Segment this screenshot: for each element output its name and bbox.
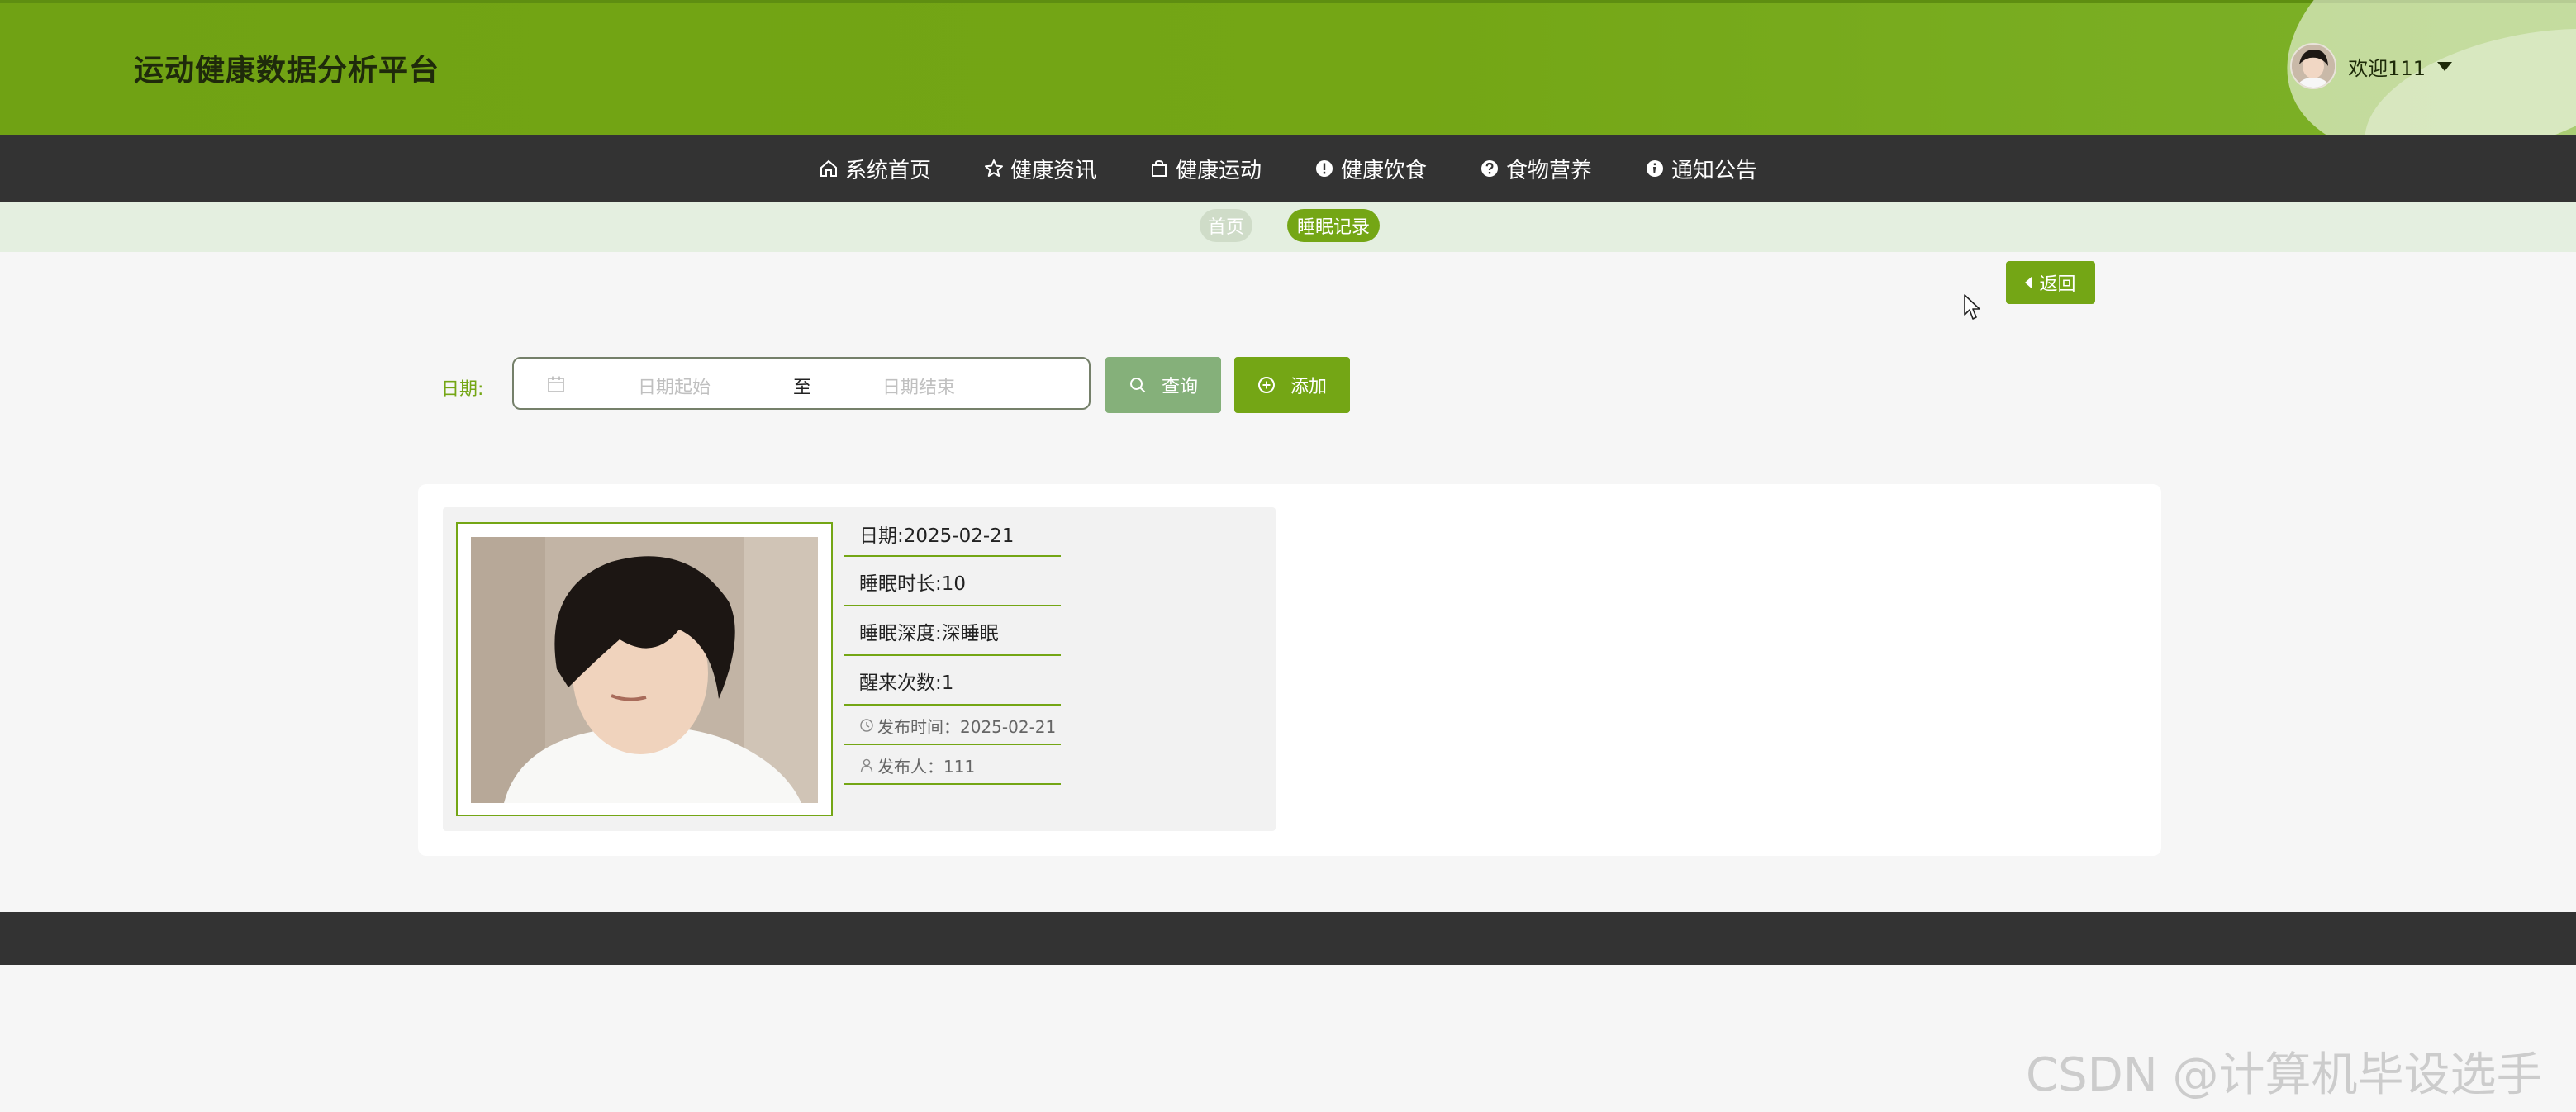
nav-item-home[interactable]: 系统首页 [819, 154, 931, 184]
nav-item-label: 食物营养 [1506, 158, 1593, 183]
record-card[interactable]: 日期:2025-02-21 睡眠时长:10 睡眠深度:深睡眠 醒来次数:1 发布… [443, 507, 1276, 831]
exclamation-circle-icon [1316, 160, 1333, 177]
nav-item-health-news[interactable]: 健康资讯 [984, 154, 1096, 184]
nav-item-health-exercise[interactable]: 健康运动 [1149, 154, 1262, 184]
record-image [471, 537, 818, 803]
nav-item-label: 健康资讯 [1010, 158, 1096, 183]
watermark: CSDN @计算机毕设选手 [2026, 1048, 2543, 1102]
mouse-cursor-icon [1964, 294, 1980, 320]
record-publisher-text: 发布人：111 [877, 756, 976, 777]
nav-item-label: 通知公告 [1671, 158, 1758, 183]
star-icon [984, 159, 1003, 177]
clock-icon [860, 719, 873, 732]
info-circle-icon [1647, 160, 1664, 177]
add-button[interactable]: 添加 [1234, 357, 1350, 413]
nav-list: 系统首页 健康资讯 健康运动 健康饮食 食物营养 通知公告 [0, 135, 2576, 202]
search-icon [1129, 378, 1146, 393]
chevron-down-icon [2437, 61, 2452, 71]
date-end-input[interactable]: 日期结束 [882, 373, 955, 399]
header-top-line [0, 0, 2576, 3]
user-menu[interactable]: 欢迎111 [2290, 43, 2452, 89]
add-button-label: 添加 [1290, 377, 1327, 397]
welcome-text: 欢迎111 [2348, 56, 2426, 80]
record-publisher: 发布人：111 [844, 747, 1061, 785]
date-separator: 至 [793, 378, 812, 398]
question-circle-icon [1481, 160, 1499, 177]
breadcrumb-home[interactable]: 首页 [1200, 209, 1252, 242]
nav-item-label: 系统首页 [844, 158, 931, 183]
nav-item-notice[interactable]: 通知公告 [1645, 154, 1757, 184]
avatar [2290, 43, 2337, 89]
record-sleep-duration: 睡眠时长:10 [844, 558, 1061, 606]
back-button[interactable]: 返回 [2006, 261, 2095, 304]
record-publish-time: 发布时间：2025-02-21 [844, 707, 1061, 745]
query-button-label: 查询 [1161, 377, 1198, 397]
breadcrumb-current: 睡眠记录 [1287, 209, 1380, 242]
date-label: 日期: [441, 379, 484, 400]
nav-item-food-nutrition[interactable]: 食物营养 [1480, 154, 1592, 184]
date-range-picker[interactable]: 日期起始 至 日期结束 [512, 357, 1091, 410]
header-bar: 运动健康数据分析平台 欢迎111 [0, 0, 2576, 135]
home-icon [820, 159, 837, 177]
nav-item-health-diet[interactable]: 健康饮食 [1314, 154, 1427, 184]
user-icon [860, 758, 873, 772]
query-button[interactable]: 查询 [1105, 357, 1221, 413]
calendar-icon [548, 376, 564, 392]
record-publish-time-text: 发布时间：2025-02-21 [877, 716, 1057, 737]
back-button-label: 返回 [2039, 274, 2076, 295]
date-start-input[interactable]: 日期起始 [638, 373, 711, 399]
nav-item-label: 健康饮食 [1341, 158, 1428, 183]
nav-item-label: 健康运动 [1175, 158, 1262, 183]
site-title: 运动健康数据分析平台 [134, 54, 440, 88]
record-date: 日期:2025-02-21 [844, 512, 1061, 557]
record-wake-count: 醒来次数:1 [844, 658, 1061, 706]
bag-icon [1151, 159, 1167, 177]
record-image-frame [456, 522, 833, 816]
footer-bar [0, 912, 2576, 965]
caret-left-icon [2025, 276, 2033, 289]
main-nav: 系统首页 健康资讯 健康运动 健康饮食 食物营养 通知公告 [0, 135, 2576, 202]
plus-circle-icon [1257, 377, 1275, 393]
record-sleep-depth: 睡眠深度:深睡眠 [844, 608, 1061, 656]
